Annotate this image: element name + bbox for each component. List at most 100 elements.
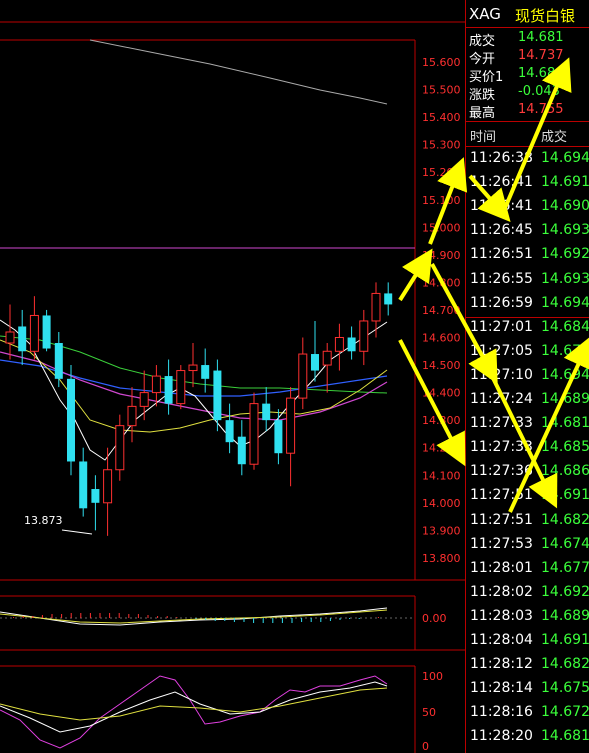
tick-row[interactable]: 11:27:53 14.674 — [466, 536, 589, 560]
tick-time: 11:27:01 — [470, 318, 533, 335]
tick-row[interactable]: 11:26:41 14.690 — [466, 198, 589, 222]
tick-row[interactable]: 11:26:45 14.693 — [466, 222, 589, 246]
tick-row[interactable]: 11:28:12 14.682 — [466, 656, 589, 680]
low-price-marker: 13.873 — [24, 514, 63, 527]
quote-label: 涨跌 — [469, 88, 496, 103]
quote-value: 14.755 — [518, 102, 564, 117]
tick-row[interactable]: 11:27:51 14.682 — [466, 512, 589, 536]
macd-axis-label: 0.00 — [422, 612, 447, 625]
tick-row[interactable]: 11:27:24 14.689 — [466, 391, 589, 415]
candle-body — [18, 326, 27, 352]
candle-body — [176, 370, 186, 405]
tick-price: 14.694 — [541, 150, 589, 166]
candle-body — [29, 314, 39, 352]
tick-row[interactable]: 11:26:38 14.694 — [466, 150, 589, 174]
tick-price: 14.689 — [541, 391, 589, 407]
candle-body — [5, 331, 15, 344]
candle-body — [42, 315, 51, 349]
candle-body — [91, 489, 100, 503]
tick-row[interactable]: 11:28:02 14.692 — [466, 584, 589, 608]
tick-row[interactable]: 11:27:10 14.694 — [466, 367, 589, 391]
price-axis-label: 15.400 — [422, 111, 461, 124]
candle-body — [322, 350, 332, 366]
candle-body — [347, 337, 356, 352]
quote-label: 今开 — [469, 52, 496, 67]
tick-row[interactable]: 11:28:16 14.672 — [466, 704, 589, 728]
tick-row[interactable]: 11:26:55 14.693 — [466, 271, 589, 295]
ticks-header: 时间 成交 — [466, 126, 589, 146]
tick-time: 11:27:51 — [470, 511, 533, 528]
price-axis-label: 14.600 — [422, 332, 461, 345]
tick-row[interactable]: 11:27:05 14.67 — [466, 343, 589, 367]
price-axis-label: 14.800 — [422, 276, 461, 289]
candle-body — [225, 420, 234, 443]
tick-price: 14.67 — [541, 342, 582, 359]
tick-time: 11:28:04 — [470, 632, 533, 648]
tick-price: 14.689 — [541, 607, 589, 624]
tick-row[interactable]: 11:28:04 14.691 — [466, 632, 589, 656]
quote-value: 14.68 — [518, 66, 556, 81]
candle-body — [262, 403, 271, 421]
candle-body — [384, 293, 393, 305]
macd-dif-line — [0, 607, 388, 626]
tick-price: 14.681 — [541, 728, 589, 745]
price-chart[interactable]: 15.600 15.500 15.400 15.300 15.200 15.100 15.0… — [0, 0, 465, 753]
tick-price: 14.677 — [541, 559, 589, 576]
price-axis-label: 14.200 — [422, 442, 461, 455]
tick-price: 14.682 — [541, 511, 589, 528]
tick-time: 11:28:20 — [470, 728, 533, 745]
tick-price: 14.675 — [541, 680, 589, 697]
candle-body — [334, 337, 344, 352]
tick-price: 14.693 — [541, 270, 589, 287]
tick-row[interactable]: 11:28:14 14.675 — [466, 680, 589, 704]
candle-body — [213, 370, 222, 421]
candle-body — [115, 425, 125, 471]
tick-row[interactable]: 11:28:01 14.677 — [466, 560, 589, 584]
quote-value: 14.737 — [518, 48, 564, 63]
tick-price: 14.694 — [541, 366, 589, 383]
price-axis-label: 14.400 — [422, 387, 461, 400]
tick-time: 11:26:45 — [470, 222, 533, 239]
tick-row[interactable]: 11:27:51 14.691 — [466, 487, 589, 511]
tick-time: 11:26:59 — [470, 294, 533, 311]
tick-row[interactable]: 11:27:36 14.686 — [466, 463, 589, 487]
tick-time: 11:28:03 — [470, 607, 533, 624]
tick-row[interactable]: 11:26:51 14.692 — [466, 246, 589, 270]
tick-row[interactable]: 11:26:59 14.694 — [466, 295, 589, 319]
kdj-d-line — [0, 687, 388, 721]
symbol-name: 现货白银 — [515, 7, 576, 25]
tick-row[interactable]: 11:27:33 14.685 — [466, 439, 589, 463]
quote-header: XAG 现货白银 — [466, 0, 589, 28]
quote-separator — [466, 121, 589, 122]
quote-label: 成交 — [469, 34, 496, 49]
tick-time: 11:26:38 — [470, 150, 533, 166]
tick-time: 11:28:02 — [470, 583, 533, 600]
tick-row[interactable]: 11:28:20 14.681 — [466, 728, 589, 752]
tick-time: 11:27:36 — [470, 463, 533, 480]
price-axis-label: 14.900 — [422, 249, 461, 262]
candle-body — [249, 403, 259, 465]
tick-row[interactable]: 11:27:33 14.681 — [466, 415, 589, 439]
tick-price: 14.690 — [541, 198, 589, 215]
quote-row: 最高 14.755 — [466, 102, 589, 121]
kdj-axis-0: 0 — [422, 740, 429, 753]
tick-time: 11:26:55 — [470, 270, 533, 287]
tick-price: 14.685 — [541, 439, 589, 456]
price-axis-label: 14.000 — [422, 497, 461, 510]
tick-price: 14.674 — [541, 535, 589, 552]
candle-body — [298, 353, 308, 399]
tick-row[interactable]: 11:26:41 14.691 — [466, 174, 589, 198]
macd-pane: 0.00 — [0, 607, 447, 626]
candle-body — [286, 397, 296, 454]
tick-time: 11:26:41 — [470, 174, 533, 191]
price-axis-label: 15.500 — [422, 84, 461, 97]
tick-row[interactable]: 11:28:03 14.689 — [466, 608, 589, 632]
candle-body — [359, 320, 369, 352]
ma-long-gray — [89, 39, 388, 105]
tick-row[interactable]: 11:27:01 14.684 — [466, 319, 589, 343]
tick-time: 11:28:14 — [470, 680, 533, 697]
tick-time: 11:28:12 — [470, 656, 533, 673]
candle-body — [371, 292, 381, 322]
quote-value: 14.681 — [518, 30, 564, 45]
candle-body — [151, 375, 161, 394]
